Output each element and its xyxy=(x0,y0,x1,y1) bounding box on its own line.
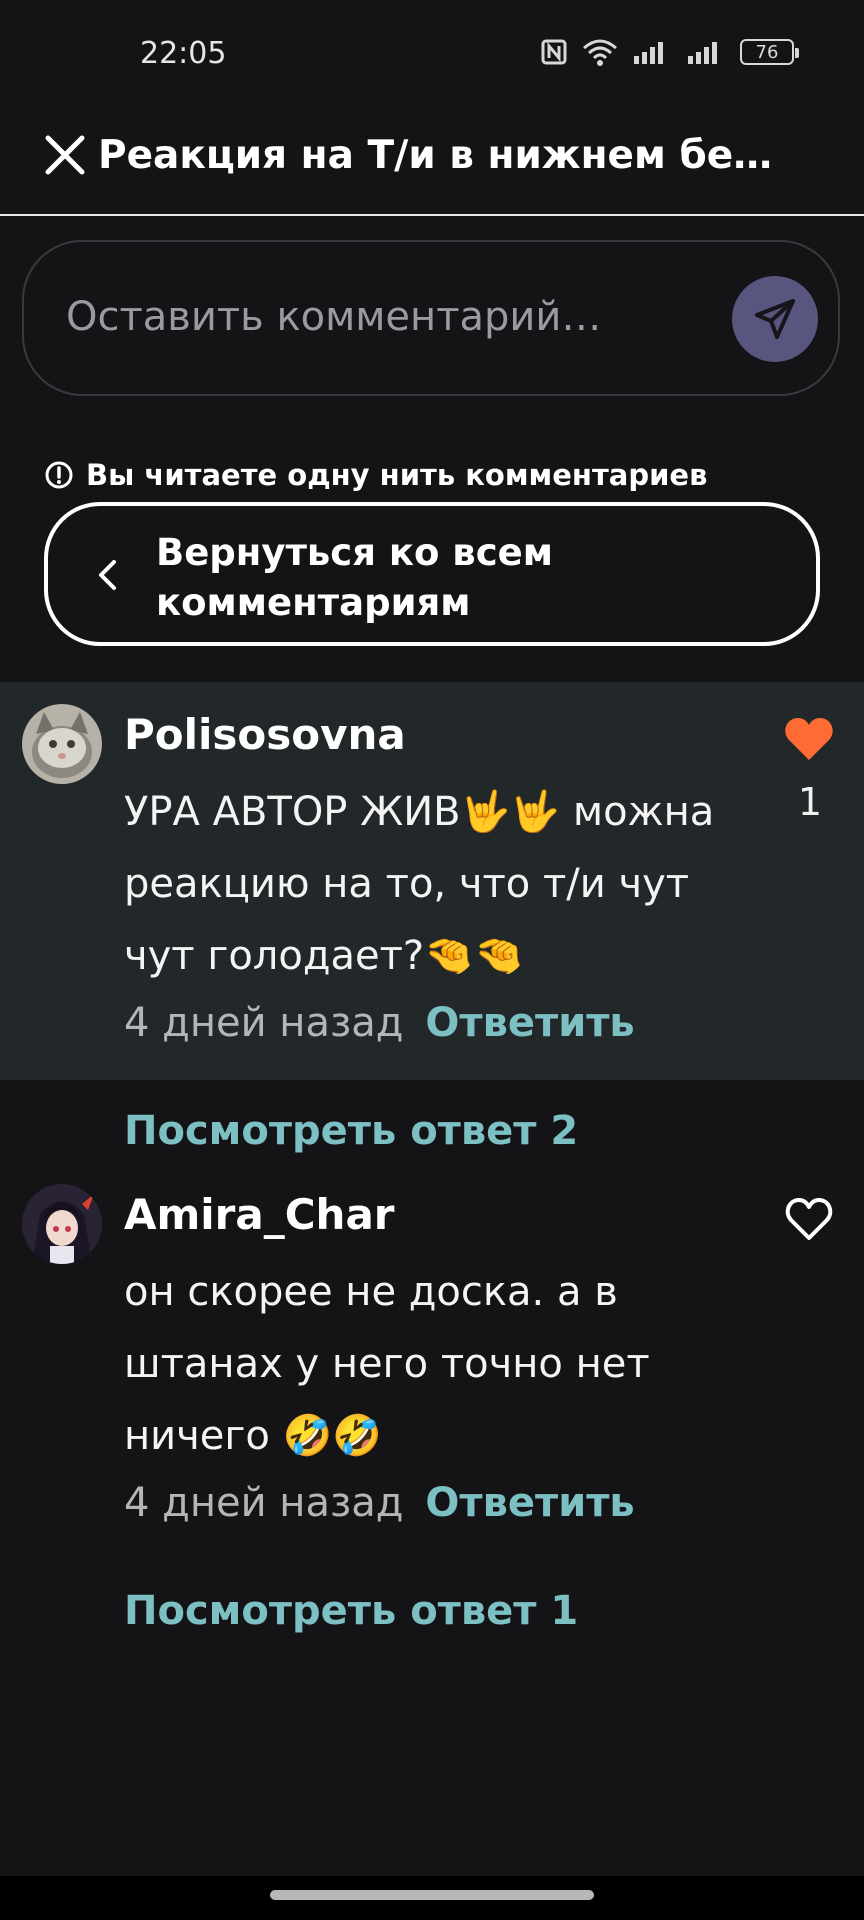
chevron-left-icon xyxy=(99,560,116,590)
status-bar: 22:05 76 xyxy=(0,0,864,110)
back-button-label: Вернуться ко всем комментариям xyxy=(156,531,553,624)
heart-outline-icon[interactable] xyxy=(784,1196,834,1242)
status-time: 22:05 xyxy=(140,36,227,71)
comment-input[interactable] xyxy=(66,282,686,352)
info-icon xyxy=(45,461,73,489)
status-icons: 76 xyxy=(540,38,799,66)
signal-icon xyxy=(634,42,663,64)
comment-item: Amira_Char он скорее не доска. а в штана… xyxy=(0,1162,864,1542)
comment-author[interactable]: Amira_Char xyxy=(124,1188,395,1242)
thread-notice: Вы читаете одну нить комментариев xyxy=(44,458,707,492)
reply-button[interactable]: Ответить xyxy=(425,1000,634,1046)
like-count: 1 xyxy=(797,780,822,824)
view-replies-button[interactable]: Посмотреть ответ 1 xyxy=(124,1588,578,1634)
avatar[interactable] xyxy=(22,704,102,784)
system-nav-bar xyxy=(0,1876,864,1920)
comment-box xyxy=(22,240,840,396)
battery-level: 76 xyxy=(755,41,779,63)
home-indicator[interactable] xyxy=(270,1890,594,1900)
back-to-all-comments-button[interactable]: Вернуться ко всем комментариям xyxy=(44,502,820,646)
thread-notice-text: Вы читаете одну нить комментариев xyxy=(86,458,708,492)
anime-avatar-image xyxy=(22,1184,102,1264)
cat-avatar-image xyxy=(22,704,102,784)
comment-time: 4 дней назад xyxy=(124,1480,404,1526)
signal-icon xyxy=(688,42,717,64)
heart-icon[interactable] xyxy=(784,716,834,762)
close-icon[interactable] xyxy=(42,132,88,178)
send-button[interactable] xyxy=(732,276,818,362)
wifi-icon xyxy=(583,39,617,66)
header: Реакция на Т/и в нижнем бе… xyxy=(0,110,864,216)
comment-item: Polisosovna УРА АВТОР ЖИВ🤟🤟 можна реакци… xyxy=(0,682,864,1080)
comment-meta: 4 дней назад Ответить xyxy=(124,1480,635,1526)
page-title: Реакция на Т/и в нижнем бе… xyxy=(98,133,773,178)
comment-meta: 4 дней назад Ответить xyxy=(124,1000,635,1046)
send-icon xyxy=(755,299,795,339)
nfc-icon xyxy=(541,39,567,65)
comment-author[interactable]: Polisosovna xyxy=(124,708,406,762)
comment-text: УРА АВТОР ЖИВ🤟🤟 можна реакцию на то, что… xyxy=(124,789,715,979)
battery-icon: 76 xyxy=(740,39,799,65)
reply-button[interactable]: Ответить xyxy=(425,1480,634,1526)
comment-time: 4 дней назад xyxy=(124,1000,404,1046)
view-replies-button[interactable]: Посмотреть ответ 2 xyxy=(124,1108,578,1154)
avatar[interactable] xyxy=(22,1184,102,1264)
comment-text: он скорее не доска. а в штанах у него то… xyxy=(124,1269,650,1459)
